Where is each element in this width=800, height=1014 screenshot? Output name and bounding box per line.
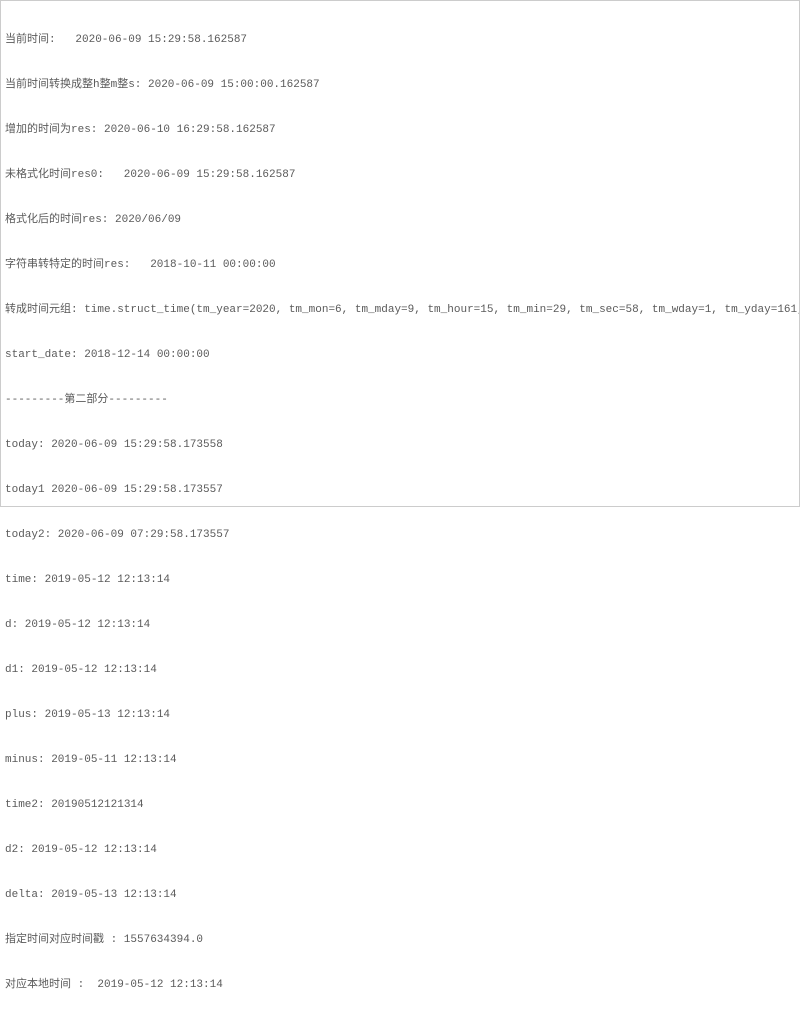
output-line: time2: 20190512121314 — [5, 798, 795, 813]
output-line: plus: 2019-05-13 12:13:14 — [5, 708, 795, 723]
output-line: today2: 2020-06-09 07:29:58.173557 — [5, 528, 795, 543]
output-line: time: 2019-05-12 12:13:14 — [5, 573, 795, 588]
output-line: today1 2020-06-09 15:29:58.173557 — [5, 483, 795, 498]
output-line: 对应本地时间 : 2019-05-12 12:13:14 — [5, 978, 795, 993]
output-line: d2: 2019-05-12 12:13:14 — [5, 843, 795, 858]
output-line: 字符串转特定的时间res: 2018-10-11 00:00:00 — [5, 258, 795, 273]
output-line: start_date: 2018-12-14 00:00:00 — [5, 348, 795, 363]
output-line: 转成时间元组: time.struct_time(tm_year=2020, t… — [5, 303, 795, 318]
output-line: ---------第二部分--------- — [5, 393, 795, 408]
output-line: d1: 2019-05-12 12:13:14 — [5, 663, 795, 678]
output-line: 当前时间转换成整h整m整s: 2020-06-09 15:00:00.16258… — [5, 78, 795, 93]
output-line: today: 2020-06-09 15:29:58.173558 — [5, 438, 795, 453]
output-line: d: 2019-05-12 12:13:14 — [5, 618, 795, 633]
output-line: 指定时间对应时间戳 : 1557634394.0 — [5, 933, 795, 948]
output-line: 当前时间: 2020-06-09 15:29:58.162587 — [5, 33, 795, 48]
output-line: 增加的时间为res: 2020-06-10 16:29:58.162587 — [5, 123, 795, 138]
output-line: 未格式化时间res0: 2020-06-09 15:29:58.162587 — [5, 168, 795, 183]
output-line: minus: 2019-05-11 12:13:14 — [5, 753, 795, 768]
output-line: 格式化后的时间res: 2020/06/09 — [5, 213, 795, 228]
output-line: delta: 2019-05-13 12:13:14 — [5, 888, 795, 903]
console-output: 当前时间: 2020-06-09 15:29:58.162587 当前时间转换成… — [1, 1, 799, 1014]
